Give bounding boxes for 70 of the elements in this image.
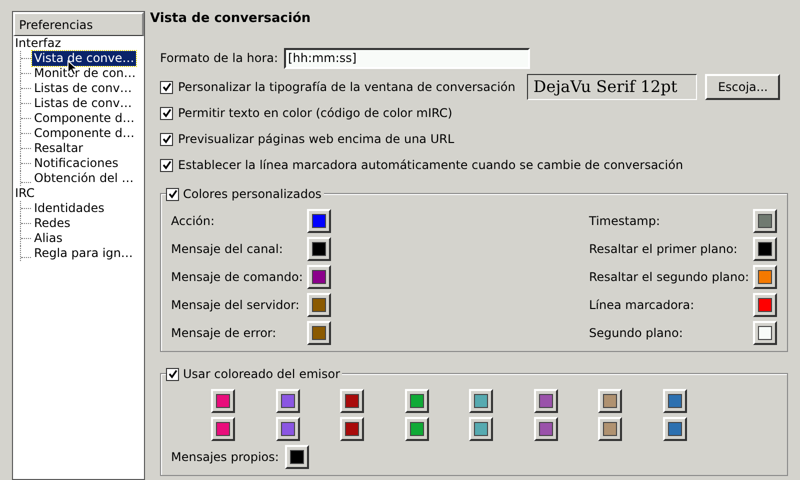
color-label: Resaltar el segundo plano: bbox=[589, 269, 749, 286]
color-button[interactable] bbox=[598, 389, 622, 413]
checkbox[interactable] bbox=[160, 158, 173, 172]
color-button[interactable] bbox=[662, 389, 686, 413]
checkbox[interactable] bbox=[166, 188, 179, 200]
color-button[interactable] bbox=[211, 389, 235, 413]
color-button[interactable] bbox=[307, 321, 331, 345]
color-button[interactable] bbox=[753, 209, 777, 233]
tree-item[interactable]: Interfaz bbox=[13, 36, 62, 51]
color-button[interactable] bbox=[753, 265, 777, 289]
color-button[interactable] bbox=[276, 417, 300, 441]
color-button[interactable] bbox=[211, 417, 235, 441]
page-title: Vista de conversación bbox=[150, 10, 312, 28]
color-label: Mensaje del canal: bbox=[171, 241, 283, 258]
tree-item[interactable]: Componente d… bbox=[32, 126, 136, 141]
color-label: Mensaje de error: bbox=[171, 325, 276, 342]
checkbox[interactable] bbox=[160, 80, 173, 94]
tree-item[interactable]: Regla para ign… bbox=[32, 246, 135, 261]
color-button[interactable] bbox=[469, 417, 493, 441]
color-button[interactable] bbox=[598, 417, 622, 441]
color-button[interactable] bbox=[404, 417, 428, 441]
color-label: Acción: bbox=[171, 213, 215, 230]
tree-item[interactable]: Resaltar bbox=[32, 141, 86, 156]
tree-item[interactable]: Alias bbox=[32, 231, 64, 246]
color-button[interactable] bbox=[753, 293, 777, 317]
color-label: Mensaje del servidor: bbox=[171, 297, 300, 314]
choose-font-button[interactable]: Escoja... bbox=[705, 74, 780, 100]
color-button[interactable] bbox=[469, 389, 493, 413]
color-button[interactable] bbox=[534, 417, 558, 441]
color-label: Timestamp: bbox=[589, 213, 660, 230]
tree-item[interactable]: Componente d… bbox=[32, 111, 136, 126]
field-label: Formato de la hora: bbox=[160, 50, 278, 67]
tree-item[interactable]: Vista de conve… bbox=[32, 51, 136, 66]
checkbox-label: Permitir texto en color (código de color mIRC) bbox=[178, 105, 452, 122]
font-display: DejaVu Serif 12pt bbox=[527, 74, 698, 100]
color-button[interactable] bbox=[753, 321, 777, 345]
color-label: Mensaje de comando: bbox=[171, 269, 303, 286]
color-button[interactable] bbox=[284, 445, 309, 469]
tree-item[interactable]: Redes bbox=[32, 216, 72, 231]
tree-item[interactable]: IRC bbox=[13, 186, 35, 201]
checkbox-label: Establecer la línea marcadora automáticamente cuando se cambie de conversación bbox=[178, 157, 684, 174]
color-label: Línea marcadora: bbox=[589, 297, 694, 314]
checkbox-label: Previsualizar páginas web encima de una URL bbox=[178, 131, 454, 148]
sidebar-header: Preferencias bbox=[13, 12, 144, 36]
color-button[interactable] bbox=[534, 389, 558, 413]
color-button[interactable] bbox=[340, 389, 364, 413]
time-format-field[interactable]: [hh:mm:ss] bbox=[284, 48, 530, 68]
color-button[interactable] bbox=[753, 237, 777, 261]
checkbox[interactable] bbox=[160, 106, 173, 120]
color-button[interactable] bbox=[307, 265, 331, 289]
tree-item[interactable]: Listas de conv… bbox=[32, 96, 134, 111]
tree-item[interactable]: Notificaciones bbox=[32, 156, 120, 171]
checkbox[interactable] bbox=[160, 132, 173, 146]
color-button[interactable] bbox=[276, 389, 300, 413]
tree-item[interactable]: Identidades bbox=[32, 201, 106, 216]
color-button[interactable] bbox=[307, 237, 331, 261]
color-button[interactable] bbox=[662, 417, 686, 441]
color-button[interactable] bbox=[404, 389, 428, 413]
color-label: Resaltar el primer plano: bbox=[589, 241, 738, 258]
color-button[interactable] bbox=[307, 209, 331, 233]
color-button[interactable] bbox=[340, 417, 364, 441]
group-label: Colores personalizados bbox=[183, 186, 322, 203]
group-label: Usar coloreado del emisor bbox=[183, 366, 340, 383]
color-label: Segundo plano: bbox=[589, 325, 683, 342]
tree-item[interactable]: Obtención del … bbox=[32, 171, 136, 186]
color-button[interactable] bbox=[307, 293, 331, 317]
tree-item[interactable]: Listas de conv… bbox=[32, 81, 134, 96]
checkbox[interactable] bbox=[166, 368, 179, 380]
checkbox-label: Personalizar la tipografía de la ventana de conversación bbox=[178, 79, 516, 96]
color-label: Mensajes propios: bbox=[171, 449, 279, 466]
